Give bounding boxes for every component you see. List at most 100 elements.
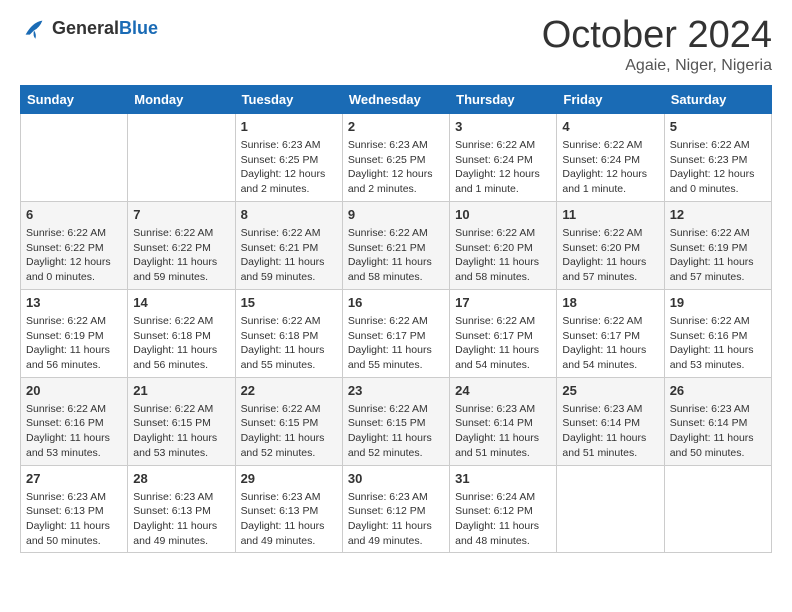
day-info-line: and 1 minute.: [562, 182, 658, 197]
day-info-line: Sunrise: 6:22 AM: [26, 226, 122, 241]
day-info-line: and 55 minutes.: [241, 358, 337, 373]
day-number: 30: [348, 470, 444, 488]
day-info-line: Daylight: 11 hours: [455, 343, 551, 358]
day-info-line: Sunrise: 6:22 AM: [241, 402, 337, 417]
calendar-cell: 9Sunrise: 6:22 AMSunset: 6:21 PMDaylight…: [342, 201, 449, 289]
month-title: October 2024: [542, 15, 772, 57]
calendar-cell: 27Sunrise: 6:23 AMSunset: 6:13 PMDayligh…: [21, 465, 128, 553]
logo-blue: Blue: [119, 18, 158, 38]
calendar-cell: 3Sunrise: 6:22 AMSunset: 6:24 PMDaylight…: [450, 113, 557, 201]
day-info-line: Sunset: 6:19 PM: [26, 329, 122, 344]
day-header-saturday: Saturday: [664, 85, 771, 113]
day-info-line: Sunset: 6:20 PM: [455, 241, 551, 256]
day-number: 10: [455, 206, 551, 224]
day-info-line: Daylight: 12 hours: [241, 167, 337, 182]
calendar-cell: 31Sunrise: 6:24 AMSunset: 6:12 PMDayligh…: [450, 465, 557, 553]
day-info-line: and 59 minutes.: [133, 270, 229, 285]
day-number: 2: [348, 118, 444, 136]
calendar-cell: 22Sunrise: 6:22 AMSunset: 6:15 PMDayligh…: [235, 377, 342, 465]
day-number: 27: [26, 470, 122, 488]
day-info-line: Sunrise: 6:22 AM: [133, 402, 229, 417]
day-info-line: Sunset: 6:17 PM: [562, 329, 658, 344]
day-info-line: Sunrise: 6:23 AM: [670, 402, 766, 417]
day-info-line: Sunset: 6:21 PM: [241, 241, 337, 256]
day-info-line: Sunrise: 6:23 AM: [562, 402, 658, 417]
location-title: Agaie, Niger, Nigeria: [542, 57, 772, 75]
week-row-5: 27Sunrise: 6:23 AMSunset: 6:13 PMDayligh…: [21, 465, 772, 553]
day-info-line: Daylight: 11 hours: [133, 343, 229, 358]
day-info-line: Sunset: 6:18 PM: [241, 329, 337, 344]
calendar-cell: 6Sunrise: 6:22 AMSunset: 6:22 PMDaylight…: [21, 201, 128, 289]
day-info-line: and 52 minutes.: [241, 446, 337, 461]
calendar-cell: 2Sunrise: 6:23 AMSunset: 6:25 PMDaylight…: [342, 113, 449, 201]
day-info-line: Daylight: 11 hours: [670, 255, 766, 270]
calendar-cell: 14Sunrise: 6:22 AMSunset: 6:18 PMDayligh…: [128, 289, 235, 377]
day-info-line: Sunset: 6:12 PM: [455, 504, 551, 519]
day-header-thursday: Thursday: [450, 85, 557, 113]
calendar-cell: 10Sunrise: 6:22 AMSunset: 6:20 PMDayligh…: [450, 201, 557, 289]
calendar-cell: 17Sunrise: 6:22 AMSunset: 6:17 PMDayligh…: [450, 289, 557, 377]
day-info-line: and 50 minutes.: [26, 534, 122, 549]
day-info-line: and 56 minutes.: [26, 358, 122, 373]
day-info-line: Daylight: 11 hours: [241, 431, 337, 446]
day-info-line: Daylight: 11 hours: [455, 255, 551, 270]
day-info-line: Sunset: 6:21 PM: [348, 241, 444, 256]
day-info-line: and 52 minutes.: [348, 446, 444, 461]
calendar-cell: 30Sunrise: 6:23 AMSunset: 6:12 PMDayligh…: [342, 465, 449, 553]
calendar-cell: 8Sunrise: 6:22 AMSunset: 6:21 PMDaylight…: [235, 201, 342, 289]
calendar-cell: 5Sunrise: 6:22 AMSunset: 6:23 PMDaylight…: [664, 113, 771, 201]
day-info-line: Daylight: 12 hours: [455, 167, 551, 182]
day-info-line: and 2 minutes.: [348, 182, 444, 197]
day-info-line: Sunrise: 6:22 AM: [26, 314, 122, 329]
week-row-3: 13Sunrise: 6:22 AMSunset: 6:19 PMDayligh…: [21, 289, 772, 377]
calendar-cell: 11Sunrise: 6:22 AMSunset: 6:20 PMDayligh…: [557, 201, 664, 289]
day-number: 13: [26, 294, 122, 312]
day-number: 26: [670, 382, 766, 400]
day-info-line: Daylight: 11 hours: [670, 343, 766, 358]
day-info-line: Sunrise: 6:22 AM: [562, 138, 658, 153]
day-info-line: and 50 minutes.: [670, 446, 766, 461]
day-number: 5: [670, 118, 766, 136]
day-info-line: and 54 minutes.: [562, 358, 658, 373]
day-number: 8: [241, 206, 337, 224]
day-info-line: Daylight: 11 hours: [348, 255, 444, 270]
day-info-line: Daylight: 11 hours: [241, 343, 337, 358]
day-info-line: Sunrise: 6:23 AM: [26, 490, 122, 505]
calendar-cell: 28Sunrise: 6:23 AMSunset: 6:13 PMDayligh…: [128, 465, 235, 553]
week-row-1: 1Sunrise: 6:23 AMSunset: 6:25 PMDaylight…: [21, 113, 772, 201]
calendar-cell: [557, 465, 664, 553]
day-info-line: Sunrise: 6:22 AM: [562, 314, 658, 329]
day-info-line: Sunset: 6:18 PM: [133, 329, 229, 344]
day-header-wednesday: Wednesday: [342, 85, 449, 113]
day-info-line: Daylight: 12 hours: [562, 167, 658, 182]
day-number: 6: [26, 206, 122, 224]
header-row: SundayMondayTuesdayWednesdayThursdayFrid…: [21, 85, 772, 113]
calendar-cell: [21, 113, 128, 201]
day-info-line: Sunrise: 6:23 AM: [133, 490, 229, 505]
day-info-line: Daylight: 12 hours: [670, 167, 766, 182]
calendar-cell: 18Sunrise: 6:22 AMSunset: 6:17 PMDayligh…: [557, 289, 664, 377]
logo-text: GeneralBlue: [52, 19, 158, 39]
day-info-line: and 58 minutes.: [455, 270, 551, 285]
calendar-cell: 13Sunrise: 6:22 AMSunset: 6:19 PMDayligh…: [21, 289, 128, 377]
calendar-cell: 26Sunrise: 6:23 AMSunset: 6:14 PMDayligh…: [664, 377, 771, 465]
day-number: 20: [26, 382, 122, 400]
day-info-line: Sunrise: 6:22 AM: [455, 314, 551, 329]
day-info-line: Sunset: 6:24 PM: [562, 153, 658, 168]
week-row-2: 6Sunrise: 6:22 AMSunset: 6:22 PMDaylight…: [21, 201, 772, 289]
day-info-line: Sunset: 6:19 PM: [670, 241, 766, 256]
day-info-line: Sunset: 6:25 PM: [348, 153, 444, 168]
day-number: 17: [455, 294, 551, 312]
day-info-line: Daylight: 11 hours: [455, 519, 551, 534]
day-number: 4: [562, 118, 658, 136]
day-info-line: Sunset: 6:14 PM: [562, 416, 658, 431]
day-info-line: Daylight: 11 hours: [133, 519, 229, 534]
day-info-line: Daylight: 11 hours: [562, 255, 658, 270]
calendar-cell: 23Sunrise: 6:22 AMSunset: 6:15 PMDayligh…: [342, 377, 449, 465]
day-info-line: Sunrise: 6:23 AM: [241, 490, 337, 505]
day-info-line: and 49 minutes.: [348, 534, 444, 549]
calendar-cell: 21Sunrise: 6:22 AMSunset: 6:15 PMDayligh…: [128, 377, 235, 465]
day-info-line: Sunset: 6:16 PM: [26, 416, 122, 431]
day-info-line: Sunset: 6:16 PM: [670, 329, 766, 344]
day-info-line: Daylight: 11 hours: [562, 343, 658, 358]
